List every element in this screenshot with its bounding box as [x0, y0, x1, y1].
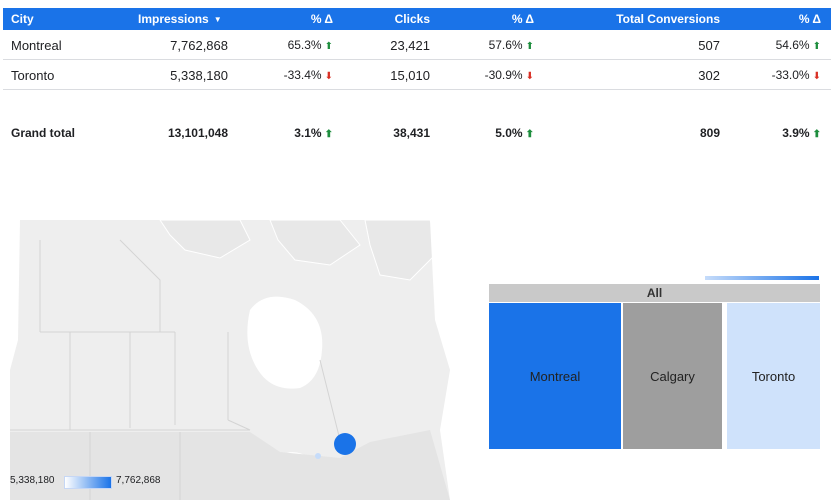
- delta-value: -33.0%: [771, 68, 810, 82]
- delta-value: 57.6%: [488, 38, 523, 52]
- cell-clicks-delta: 57.6% ⬆: [489, 38, 534, 52]
- total-impressions-delta: 3.1% ⬆: [294, 126, 333, 140]
- arrow-up-icon: ⬆: [812, 129, 821, 140]
- cell-clicks-delta: -30.9% ⬇: [485, 68, 534, 82]
- total-impressions: 13,101,048: [167, 126, 228, 140]
- delta-value: 3.9%: [782, 126, 810, 140]
- table-row[interactable]: Toronto 5,338,180 -33.4% ⬇ 15,010 -30.9% ⬇…: [3, 60, 831, 90]
- arrow-up-icon: ⬆: [525, 41, 534, 52]
- header-impressions-delta[interactable]: % Δ: [311, 12, 333, 26]
- header-impressions-label: Impressions: [138, 12, 209, 26]
- cell-conversions: 507: [698, 38, 720, 53]
- legend-min: 5,338,180: [10, 475, 55, 486]
- treemap-tile-calgary[interactable]: Calgary: [623, 303, 722, 449]
- header-impressions[interactable]: Impressions ▼: [138, 12, 222, 26]
- grand-total-row: Grand total 13,101,048 3.1% ⬆ 38,431 5.0%…: [3, 118, 831, 148]
- arrow-up-icon: ⬆: [324, 41, 333, 52]
- canada-map-svg: [10, 220, 462, 500]
- cell-impressions-delta: -33.4% ⬇: [284, 68, 333, 82]
- delta-value: -33.4%: [283, 68, 322, 82]
- cell-clicks: 15,010: [390, 68, 430, 83]
- total-clicks-delta: 5.0% ⬆: [495, 126, 534, 140]
- bubble-toronto: [315, 453, 321, 459]
- delta-value: -30.9%: [484, 68, 523, 82]
- total-conversions-delta: 3.9% ⬆: [782, 126, 821, 140]
- delta-value: 5.0%: [495, 126, 523, 140]
- header-conversions[interactable]: Total Conversions: [616, 12, 720, 26]
- legend-gradient: [64, 476, 112, 489]
- arrow-up-icon: ⬆: [324, 129, 333, 140]
- treemap-tile-montreal[interactable]: Montreal: [489, 303, 621, 449]
- arrow-down-icon: ⬇: [324, 71, 333, 82]
- cell-clicks: 23,421: [390, 38, 430, 53]
- header-conversions-delta[interactable]: % Δ: [799, 12, 821, 26]
- arrow-up-icon: ⬆: [525, 129, 534, 140]
- cell-city: Toronto: [11, 68, 55, 83]
- treemap-tile-toronto[interactable]: Toronto: [727, 303, 820, 449]
- cell-city: Montreal: [11, 38, 62, 53]
- delta-value: 3.1%: [294, 126, 322, 140]
- cell-conversions-delta: 54.6% ⬆: [776, 38, 821, 52]
- total-conversions: 809: [699, 126, 720, 140]
- arrow-down-icon: ⬇: [812, 71, 821, 82]
- delta-value: 65.3%: [287, 38, 322, 52]
- sort-desc-icon[interactable]: ▼: [214, 15, 222, 24]
- delta-value: 54.6%: [775, 38, 810, 52]
- cell-conversions-delta: -33.0% ⬇: [772, 68, 821, 82]
- legend-max: 7,762,868: [116, 475, 161, 486]
- treemap-root-label[interactable]: All: [489, 284, 820, 302]
- cell-conversions: 302: [698, 68, 720, 83]
- arrow-down-icon: ⬇: [525, 71, 534, 82]
- bubble-montreal: [334, 433, 356, 455]
- total-clicks: 38,431: [393, 126, 430, 140]
- treemap[interactable]: All Montreal Calgary Toronto: [489, 284, 820, 450]
- cell-impressions: 7,762,868: [170, 38, 228, 53]
- header-clicks[interactable]: Clicks: [395, 12, 430, 26]
- table-row[interactable]: Montreal 7,762,868 65.3% ⬆ 23,421 57.6% ⬆ …: [3, 30, 831, 60]
- cell-impressions: 5,338,180: [170, 68, 228, 83]
- arrow-up-icon: ⬆: [812, 41, 821, 52]
- treemap-color-scale: [705, 276, 819, 280]
- cell-impressions-delta: 65.3% ⬆: [288, 38, 333, 52]
- grand-total-label: Grand total: [11, 126, 76, 140]
- table-header: City Impressions ▼ % Δ Clicks % Δ Total C…: [3, 8, 831, 30]
- geo-map[interactable]: [10, 220, 462, 500]
- header-clicks-delta[interactable]: % Δ: [512, 12, 534, 26]
- data-table: City Impressions ▼ % Δ Clicks % Δ Total C…: [3, 8, 831, 148]
- header-city[interactable]: City: [11, 12, 34, 26]
